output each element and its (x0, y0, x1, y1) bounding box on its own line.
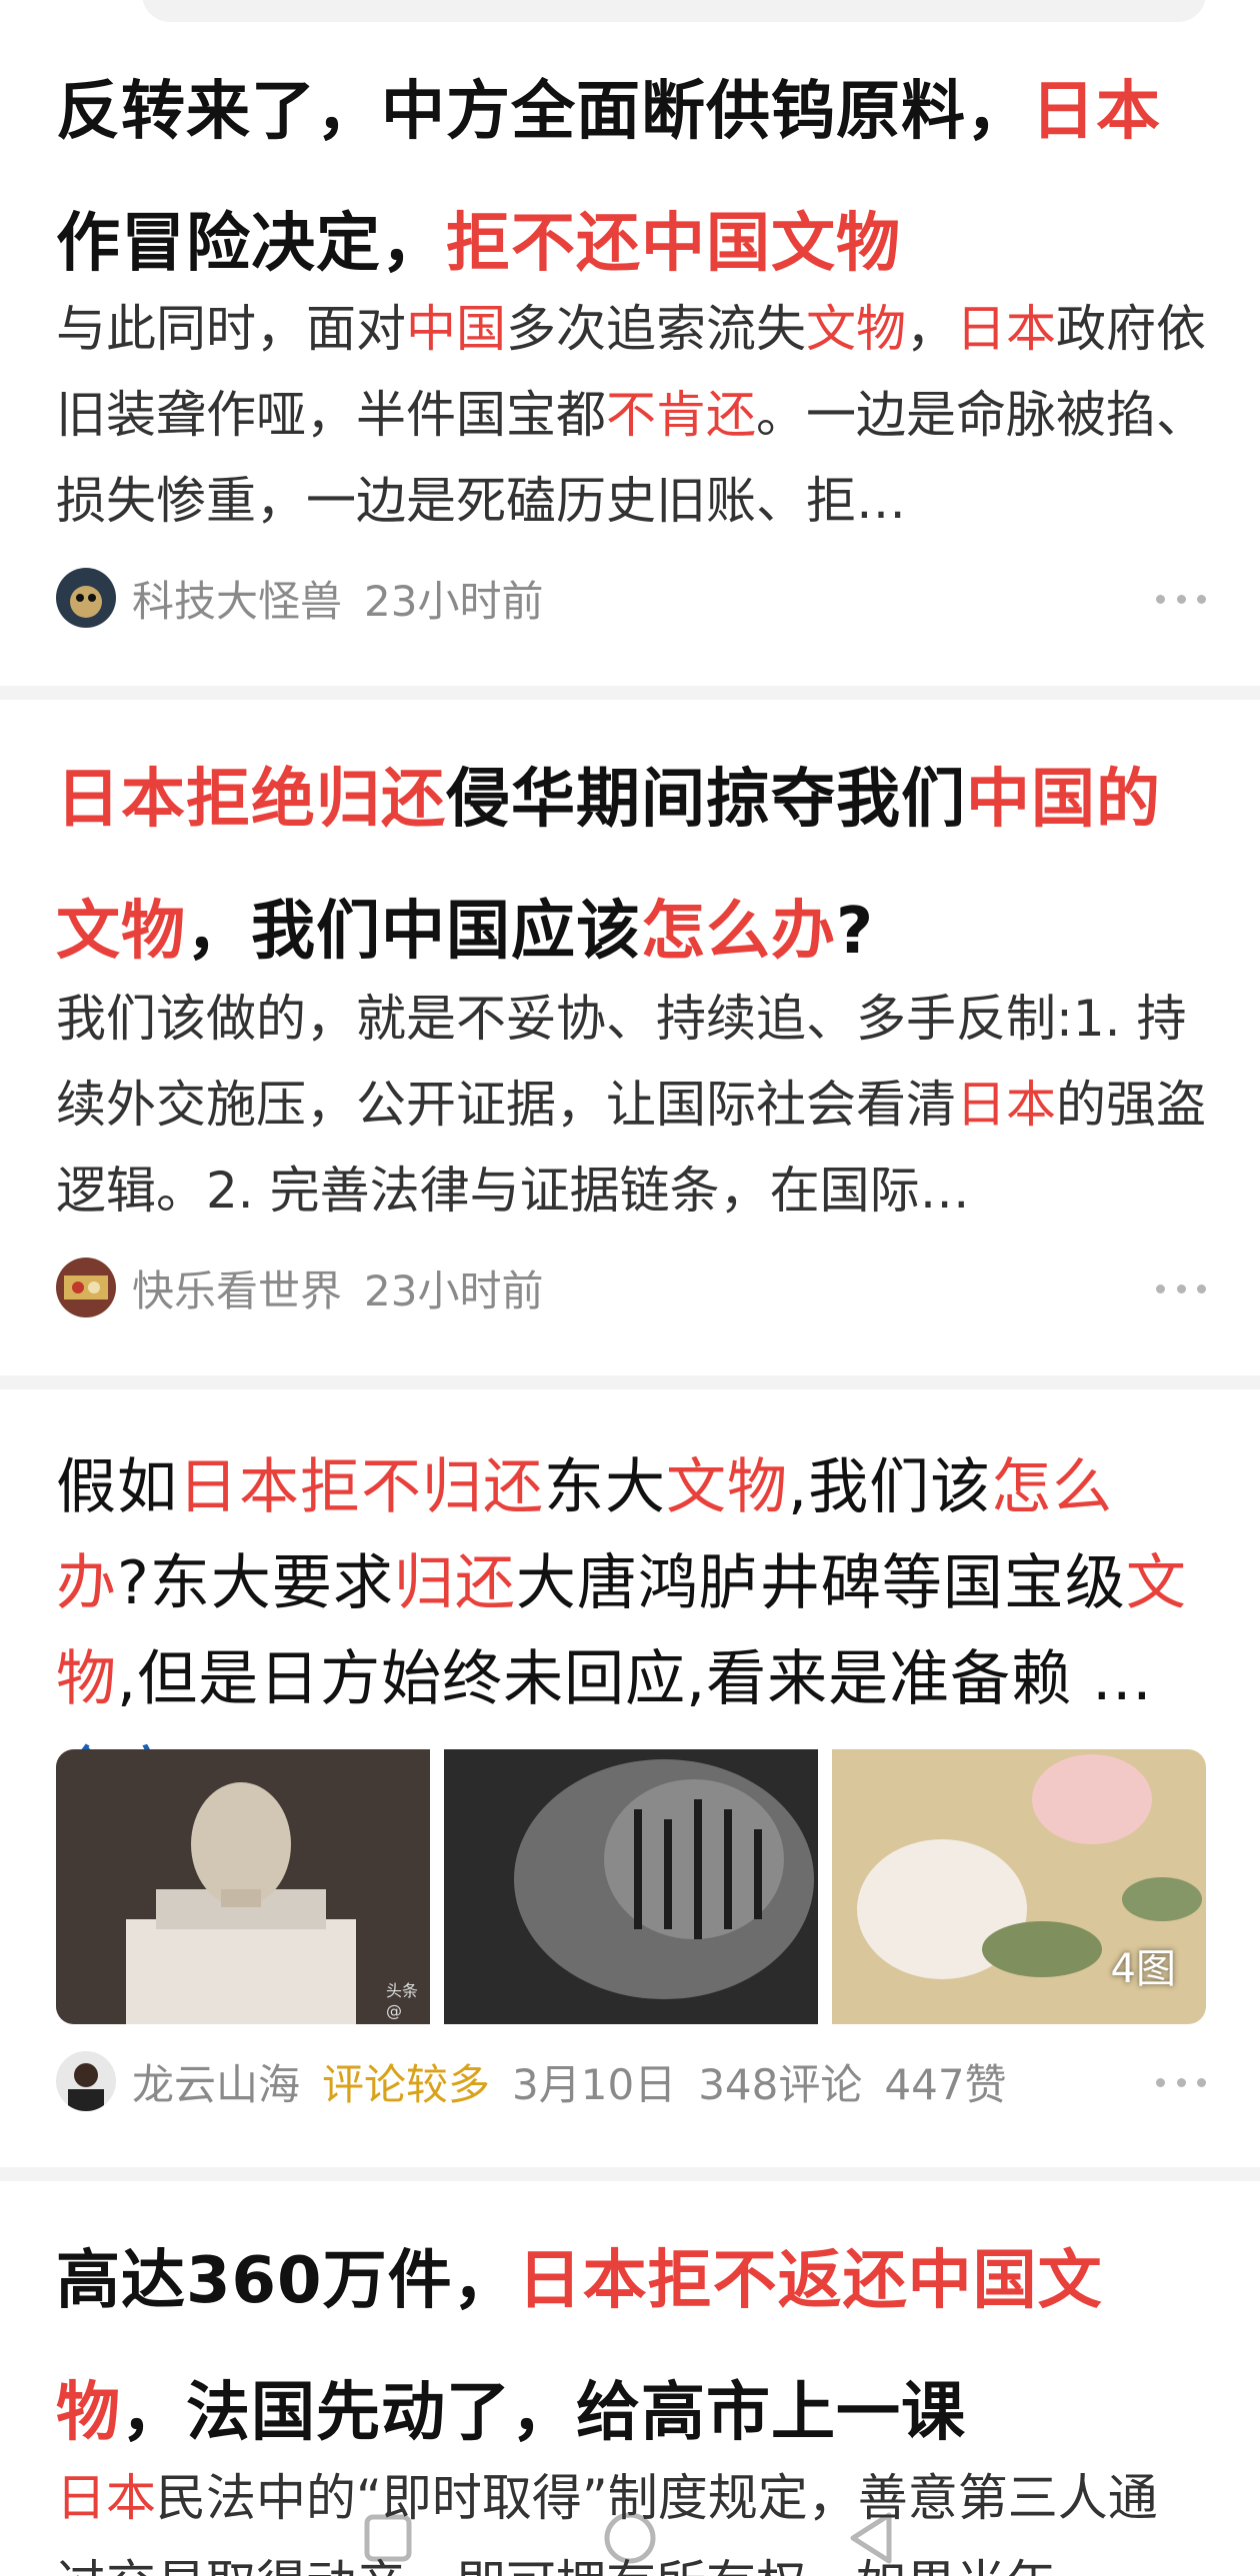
title-text: 高达360万件， (56, 2244, 518, 2318)
article-2-title[interactable]: 日本拒绝归还侵华期间掠夺我们中国的文物，我们中国应该怎么办? (56, 734, 1206, 998)
like-count[interactable]: 447赞 (884, 2051, 1006, 2112)
author-name[interactable]: 科技大怪兽 (132, 568, 342, 629)
title-highlight: 怎么办 (641, 895, 836, 969)
post-text: ,但是日方始终未回应,看来是准备赖 (117, 1644, 1093, 1714)
article-1-meta: 科技大怪兽 23小时前 (56, 566, 1206, 630)
post-text: 大唐鸿胪井碑等国宝级 (515, 1548, 1126, 1618)
thumbnail-buddha-head[interactable]: 头条@ (56, 1749, 430, 2024)
post-highlight: 文物 (666, 1452, 788, 1522)
search-bar-remnant[interactable] (142, 0, 1206, 22)
post-time: 23小时前 (364, 1266, 544, 1315)
author-avatar[interactable] (56, 1258, 116, 1317)
post-text: 东大 (544, 1452, 666, 1522)
card-divider (0, 686, 1260, 700)
image-gallery[interactable]: 头条@ 4图 (56, 1749, 1206, 2024)
snippet-highlight: 日本 (956, 1076, 1056, 1134)
author-avatar[interactable] (56, 2051, 116, 2111)
title-highlight: 日本 (1031, 75, 1161, 149)
article-2-snippet[interactable]: 我们该做的，就是不妥协、持续追、多手反制:1. 持续外交施压，公开证据，让国际社… (56, 976, 1206, 1234)
image-count-badge: 4图 (1110, 1946, 1176, 1992)
snippet-highlight: 中国 (406, 300, 506, 358)
thumbnail-stone-inscription[interactable] (444, 1749, 818, 2024)
post-text: ,我们该 (788, 1452, 992, 1522)
home-icon[interactable] (599, 2507, 661, 2569)
post-text: 假如 (56, 1452, 178, 1522)
title-text: ，法国先动了，给高市上一课 (121, 2376, 966, 2450)
hot-tag: 评论较多 (322, 2059, 491, 2109)
snippet-highlight: 日本 (956, 300, 1056, 358)
ellipsis: ... (1092, 1644, 1153, 1714)
title-text: ? (836, 895, 875, 969)
card-divider (0, 1375, 1260, 1389)
more-options-icon[interactable] (1156, 574, 1206, 624)
article-1-title[interactable]: 反转来了，中方全面断供钨原料，日本作冒险决定，拒不还中国文物 (56, 46, 1206, 310)
snippet-highlight: 不肯还 (606, 386, 756, 444)
system-nav-bar (0, 2499, 1260, 2576)
comment-count[interactable]: 348评论 (698, 2051, 862, 2112)
article-3-meta: 龙云山海 评论较多 3月10日 348评论 447赞 (56, 2049, 1206, 2113)
post-date: 3月10日 (512, 2059, 677, 2109)
thumbnail-peony-painting[interactable]: 4图 (832, 1749, 1206, 2024)
title-highlight: 日本拒绝归还 (56, 763, 446, 837)
snippet-highlight: 文物 (806, 300, 906, 358)
snippet-text: ， (906, 300, 956, 358)
title-text: 侵华期间掠夺我们 (446, 763, 966, 837)
post-time: 23小时前 (364, 576, 544, 626)
recent-apps-icon[interactable] (357, 2507, 419, 2569)
title-text: 反转来了，中方全面断供钨原料， (56, 75, 1031, 149)
title-highlight: 拒不还中国文物 (446, 207, 901, 281)
snippet-text: 与此同时，面对 (56, 300, 406, 358)
article-4-title[interactable]: 高达360万件，日本拒不返还中国文物，法国先动了，给高市上一课 (56, 2215, 1206, 2479)
more-options-icon[interactable] (1156, 1264, 1206, 1313)
article-1-snippet[interactable]: 与此同时，面对中国多次追索流失文物，日本政府依旧装聋作哑，半件国宝都不肯还。一边… (56, 286, 1206, 544)
article-2-meta: 快乐看世界 23小时前 (56, 1256, 1206, 1319)
author-name[interactable]: 快乐看世界 (132, 1258, 342, 1318)
post-highlight: 日本拒不归还 (178, 1452, 544, 1522)
snippet-text: 多次追索流失 (506, 300, 806, 358)
post-text: ?东大要求 (117, 1548, 394, 1618)
card-divider (0, 2167, 1260, 2181)
post-highlight: 归还 (393, 1548, 516, 1618)
title-text: ，我们中国应该 (186, 895, 641, 969)
title-text: 作冒险决定， (56, 207, 446, 281)
author-avatar[interactable] (56, 568, 116, 628)
more-options-icon[interactable] (1156, 2057, 1206, 2107)
author-name[interactable]: 龙云山海 (132, 2051, 300, 2112)
image-watermark: 头条@ (386, 1981, 419, 2020)
back-icon[interactable] (841, 2507, 903, 2569)
